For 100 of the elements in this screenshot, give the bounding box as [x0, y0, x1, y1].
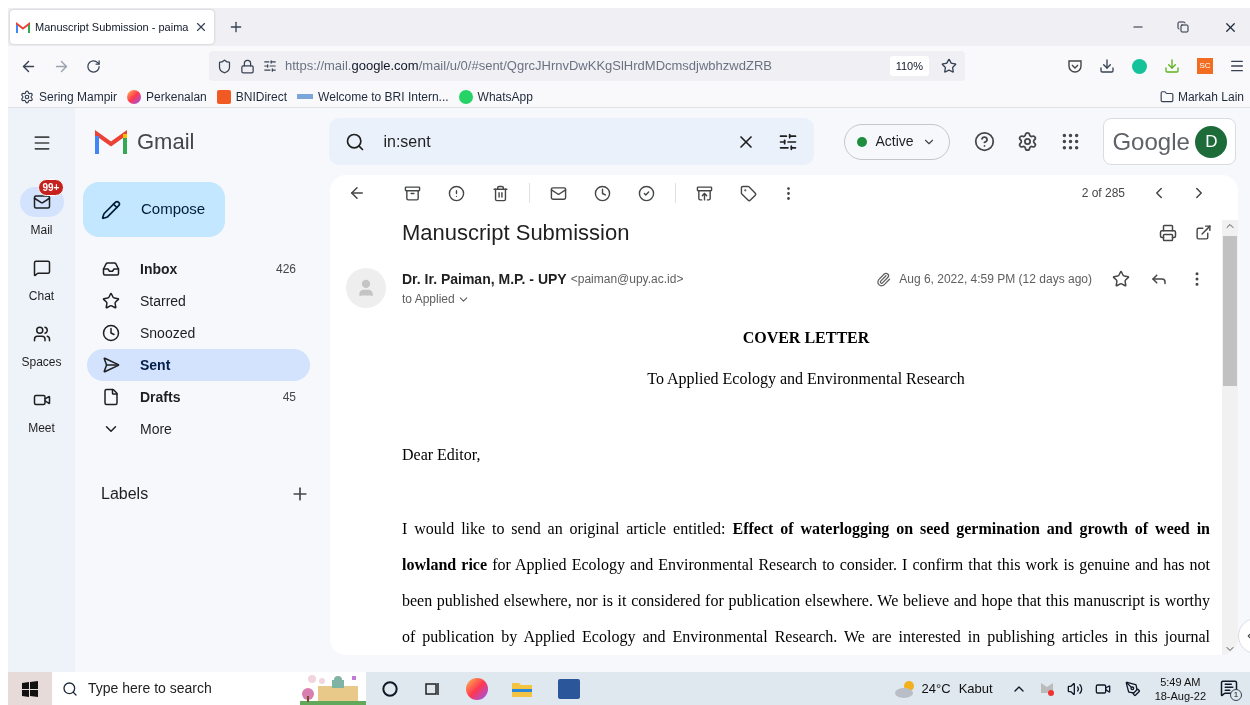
bookmark-link[interactable]: Welcome to BRI Intern... [318, 87, 449, 106]
people-icon [32, 325, 51, 343]
clock-date: 18-Aug-22 [1154, 688, 1206, 703]
new-tab-icon[interactable] [228, 19, 244, 35]
bookmark-link[interactable]: WhatsApp [477, 87, 533, 106]
letter-heading: COVER LETTER [742, 328, 870, 348]
gmail-logo-icon [95, 129, 127, 154]
search-icon [345, 131, 366, 152]
rail-label: Meet [28, 420, 55, 437]
folder-item[interactable]: Drafts 45 [87, 381, 310, 413]
windows-logo-icon [22, 680, 38, 697]
folder-label: Snoozed [140, 323, 196, 343]
tab-title: Manuscript Submission - paima [35, 19, 189, 35]
label-icon[interactable] [740, 184, 757, 202]
extension-icon[interactable] [1164, 58, 1180, 74]
address-bar[interactable]: https://mail.google.com/mail/u/0/#sent/QgrcJHrnvDwKKgSlHrdMDcmsdjwbhzwdZRB 110% [209, 51, 965, 81]
help-icon[interactable] [974, 131, 996, 152]
cortana-icon[interactable] [382, 680, 398, 697]
mail-icon[interactable] [550, 184, 567, 202]
send-icon [102, 356, 120, 374]
bookmark-link[interactable]: BNIDirect [235, 87, 288, 106]
document-icon [102, 388, 120, 406]
permissions-icon [263, 59, 277, 73]
folder-label: Drafts [140, 387, 181, 407]
rail-label: Mail [30, 222, 53, 239]
mail-icon [32, 193, 51, 211]
message-position: 2 of 285 [1081, 185, 1125, 203]
zoom-level[interactable]: 110% [889, 55, 929, 77]
lock-icon [240, 58, 255, 74]
clock-time: 5:49 AM [1160, 674, 1201, 689]
folder-label: Starred [140, 291, 186, 311]
bookmark-link[interactable]: Sering Mampir [39, 87, 118, 106]
chat-icon [32, 259, 51, 277]
message-subject: Manuscript Submission [402, 219, 630, 248]
star-icon[interactable] [1112, 270, 1130, 288]
unread-count: 45 [282, 389, 296, 406]
app-name: Gmail [137, 128, 195, 156]
folder-icon [1159, 89, 1174, 104]
bookmark-folder[interactable]: Markah Lain [1177, 87, 1244, 106]
star-icon [102, 292, 120, 310]
weather-condition: Kabut [958, 679, 993, 698]
close-icon[interactable] [194, 20, 208, 34]
start-button[interactable] [8, 672, 52, 705]
move-icon[interactable] [696, 184, 713, 202]
avatar: D [1195, 125, 1228, 158]
account-button[interactable]: Google D [1103, 118, 1237, 165]
recipient: to Applied [402, 291, 455, 308]
folder-item[interactable]: Snoozed [87, 317, 310, 349]
search-query: in:sent [383, 131, 431, 152]
folder-label: Sent [140, 355, 171, 375]
star-icon[interactable] [941, 58, 957, 74]
folder-item[interactable]: Starred [87, 285, 310, 317]
scrollbar-thumb[interactable] [1223, 236, 1237, 386]
folder-item[interactable]: Inbox 426 [87, 253, 310, 285]
shield-icon [217, 58, 232, 74]
search-placeholder: Type here to search [88, 679, 212, 698]
unread-badge: 99+ [37, 179, 65, 196]
gmail-logo-icon [16, 21, 30, 33]
clock-icon [102, 324, 120, 342]
labels-heading: Labels [101, 484, 149, 504]
sender-email: <paiman@upy.ac.id> [570, 271, 684, 288]
settings-icon[interactable] [1017, 131, 1039, 152]
rail-label: Spaces [21, 354, 62, 371]
archive-icon[interactable] [404, 184, 421, 202]
letter-paragraph: I would like to send an original article entitled: Effect of waterlogging on seed germination and growth of weed in lowland rice for Applied Ecology and Environmental Research to consider. I confirm that this work is genuine and has not been published elsewhere, nor is it considered for publication elsewhere. We believe and hope that this manuscript is worthy of publication by Applied Ecology and Environmental Research. We are interested in publishing articles in this journal [402, 519, 1210, 648]
add-task-icon[interactable] [638, 184, 655, 202]
restore-icon[interactable] [1177, 21, 1189, 33]
task-view-icon[interactable] [424, 680, 440, 697]
folder-item[interactable]: Sent [87, 349, 310, 381]
menu-icon[interactable] [1229, 58, 1245, 74]
browser-tab[interactable]: Manuscript Submission - paima [10, 10, 214, 44]
search-icon [62, 680, 78, 697]
temperature: 24°C [921, 679, 951, 698]
open-new-window-icon[interactable] [1195, 224, 1212, 242]
letter-subheading: To Applied Ecology and Environmental Research [647, 369, 965, 390]
pencil-icon [101, 199, 121, 220]
filter-icon[interactable] [778, 131, 799, 152]
volume-icon[interactable] [1066, 680, 1083, 697]
taskbar-search-field[interactable]: Type here to search [52, 672, 366, 705]
pocket-icon[interactable] [1067, 58, 1083, 74]
notification-count: 1 [1230, 688, 1242, 701]
sender-name: Dr. Ir. Paiman, M.P. - UPY [402, 269, 567, 289]
search-field[interactable]: in:sent [329, 118, 815, 165]
google-logo: Google [1112, 126, 1190, 157]
reload-icon[interactable] [86, 58, 101, 74]
folder-label: Inbox [140, 259, 178, 279]
pen-icon[interactable] [1124, 680, 1141, 697]
inbox-icon [102, 260, 120, 278]
notification-button[interactable]: 1 [1220, 678, 1240, 699]
file-explorer-icon[interactable] [512, 680, 532, 697]
url-text: https://mail.google.com/mail/u/0/#sent/QgrcJHrnvDwKKgSlHrdMDcmsdjwbhzwdZRB [285, 57, 772, 76]
message-date: Aug 6, 2022, 4:59 PM (12 days ago) [899, 271, 1092, 288]
bookmark-link[interactable]: Perkenalan [146, 87, 207, 106]
compose-button[interactable]: Compose [83, 182, 225, 237]
spam-icon[interactable] [448, 184, 465, 202]
delete-icon[interactable] [492, 184, 509, 202]
print-icon[interactable] [1159, 223, 1177, 242]
folder-item[interactable]: More [87, 413, 310, 445]
clock-icon[interactable] [594, 184, 611, 202]
download-icon[interactable] [1099, 58, 1115, 74]
